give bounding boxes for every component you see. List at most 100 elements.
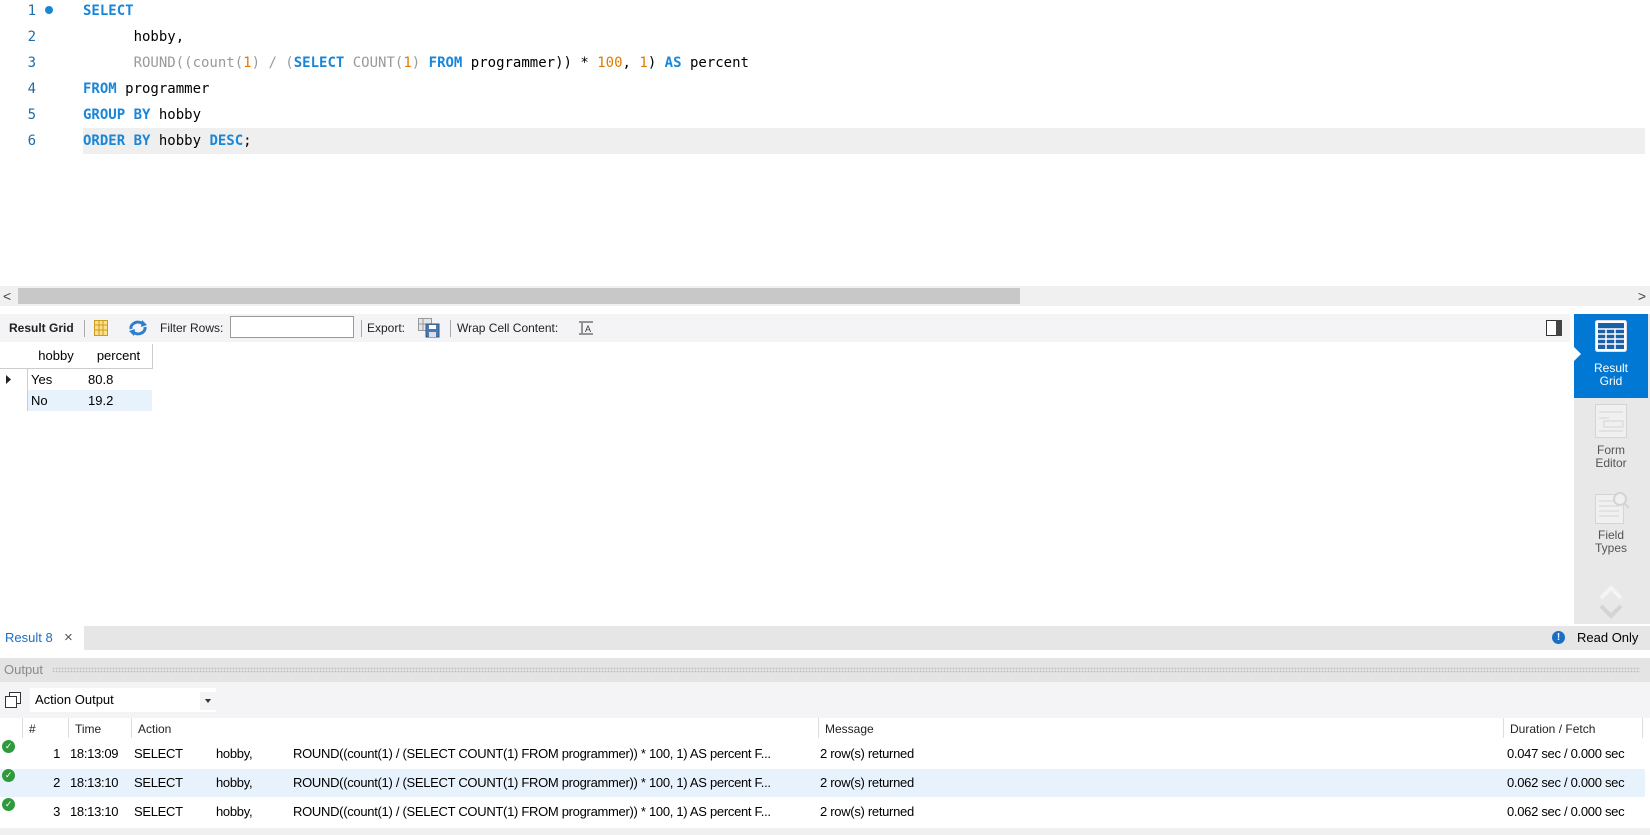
- code-token: ): [647, 55, 665, 71]
- row-time: 18:13:09: [70, 746, 119, 761]
- code-token: COUNT(: [344, 55, 404, 71]
- output-panel-header: Output: [0, 658, 1650, 682]
- code-token: ;: [243, 133, 252, 149]
- success-check-icon: ✓: [2, 798, 15, 811]
- svg-text:A: A: [585, 324, 591, 334]
- row-action: SELECT: [134, 804, 183, 819]
- column-header-action[interactable]: Action: [131, 718, 818, 738]
- line-number: 3: [27, 55, 36, 71]
- row-number: 2: [53, 775, 60, 790]
- tab-label: Result 8: [5, 630, 53, 645]
- code-text[interactable]: GROUP BY hobby: [83, 102, 1645, 128]
- editor-line[interactable]: 3 ROUND((count(1) / (SELECT COUNT(1) FRO…: [0, 50, 1645, 76]
- result-grid-label: Result Grid: [9, 321, 74, 335]
- filter-rows-input[interactable]: [230, 316, 354, 338]
- editor-line[interactable]: 1 SELECT: [0, 0, 1645, 24]
- grid-cell[interactable]: 80.8: [85, 369, 152, 390]
- line-number: 2: [27, 29, 36, 45]
- side-scroll-arrows-icon[interactable]: [1599, 584, 1623, 623]
- editor-line[interactable]: 4 FROM programmer: [0, 76, 1645, 102]
- side-form-editor-button[interactable]: Form Editor: [1574, 404, 1648, 484]
- sql-editor[interactable]: 1 SELECT 2 hobby, 3 ROUND((count(1) / (SELE…: [0, 0, 1650, 286]
- current-row-indicator: [0, 369, 27, 390]
- refresh-icon[interactable]: [128, 320, 148, 336]
- code-text[interactable]: ROUND((count(1) / (SELECT COUNT(1) FROM …: [83, 50, 1645, 76]
- code-token: ROUND((count(: [83, 55, 244, 71]
- column-header-hobby[interactable]: hobby: [27, 344, 86, 369]
- scroll-right-arrow[interactable]: >: [1638, 286, 1646, 306]
- code-token: GROUP BY: [83, 107, 151, 123]
- row-action-detail: hobby,: [216, 746, 253, 761]
- code-token: 1: [243, 55, 252, 71]
- active-pointer: [1573, 346, 1581, 362]
- field-types-icon: [1595, 490, 1631, 527]
- action-output-select[interactable]: Action Output: [30, 688, 216, 712]
- output-row[interactable]: ✓ 3 18:13:10 SELECT hobby, ROUND((count(1) / …: [0, 798, 1645, 826]
- editor-horizontal-scrollbar[interactable]: < >: [0, 286, 1650, 306]
- close-tab-icon[interactable]: ×: [64, 629, 73, 646]
- output-row[interactable]: ✓ 1 18:13:09 SELECT hobby, ROUND((count(1) / …: [0, 740, 1645, 768]
- editor-line[interactable]: 5 GROUP BY hobby: [0, 102, 1645, 128]
- code-token: hobby,: [83, 29, 185, 45]
- row-action: SELECT: [134, 775, 183, 790]
- line-number: 4: [27, 81, 36, 97]
- column-header-duration[interactable]: Duration / Fetch: [1503, 718, 1643, 738]
- code-token: programmer: [116, 81, 210, 97]
- success-check-icon: ✓: [2, 740, 15, 753]
- row-action: SELECT: [134, 746, 183, 761]
- divider: [84, 320, 85, 337]
- editor-line[interactable]: 6 ORDER BY hobby DESC;: [0, 128, 1645, 154]
- scroll-left-arrow[interactable]: <: [3, 286, 11, 306]
- side-label: Grid: [1599, 374, 1623, 388]
- export-label: Export:: [367, 321, 406, 335]
- row-action-query: ROUND((count(1) / (SELECT COUNT(1) FROM …: [293, 775, 771, 790]
- side-field-types-button[interactable]: Field Types: [1574, 490, 1648, 570]
- column-header-percent[interactable]: percent: [85, 344, 153, 369]
- editor-line[interactable]: 2 hobby,: [0, 24, 1645, 50]
- tab-result-8[interactable]: Result 8 ×: [0, 626, 84, 650]
- output-title: Output: [4, 662, 44, 677]
- side-label: Types: [1594, 541, 1627, 555]
- chevron-down-icon[interactable]: [200, 692, 216, 710]
- wrap-cell-icon[interactable]: A: [578, 321, 594, 335]
- row-duration: 0.047 sec / 0.000 sec: [1507, 746, 1625, 761]
- side-result-grid-button[interactable]: Result Grid: [1573, 314, 1648, 398]
- copy-icon[interactable]: [5, 692, 21, 711]
- toggle-side-panel-icon[interactable]: [1546, 320, 1562, 336]
- column-header-time[interactable]: Time: [68, 718, 131, 738]
- action-output-grid[interactable]: # Time Action Message Duration / Fetch ✓…: [0, 718, 1650, 828]
- column-header-message[interactable]: Message: [818, 718, 1503, 738]
- code-token: SELECT: [83, 3, 134, 19]
- select-value: Action Output: [35, 692, 114, 707]
- code-token: programmer)) *: [462, 55, 598, 71]
- result-grid-icon: [1595, 320, 1627, 355]
- column-header-number[interactable]: #: [22, 718, 68, 738]
- row-time: 18:13:10: [70, 775, 119, 790]
- code-token: ORDER BY: [83, 133, 151, 149]
- side-label: Editor: [1595, 456, 1627, 470]
- code-token: ) / (: [251, 55, 294, 71]
- output-row[interactable]: ✓ 2 18:13:10 SELECT hobby, ROUND((count(1) / …: [0, 769, 1645, 797]
- grid-cell[interactable]: Yes: [27, 369, 85, 390]
- export-icon[interactable]: [418, 318, 440, 338]
- scrollbar-thumb[interactable]: [18, 288, 1020, 304]
- result-side-panel: Result Grid Form Editor Field Types: [1573, 314, 1650, 624]
- drag-grip[interactable]: [52, 667, 1640, 673]
- form-editor-icon: [1595, 404, 1627, 441]
- code-text[interactable]: SELECT: [83, 0, 1645, 24]
- code-text[interactable]: FROM programmer: [83, 76, 1645, 102]
- grid-cell[interactable]: 19.2: [85, 390, 152, 411]
- column-toggle-icon[interactable]: [94, 320, 108, 336]
- code-text[interactable]: hobby,: [83, 24, 1645, 50]
- grid-cell[interactable]: No: [27, 390, 85, 411]
- filter-rows-label: Filter Rows:: [160, 321, 224, 335]
- code-token: FROM: [428, 55, 463, 71]
- code-token: hobby: [150, 107, 202, 123]
- row-duration: 0.062 sec / 0.000 sec: [1507, 804, 1625, 819]
- row-duration: 0.062 sec / 0.000 sec: [1507, 775, 1625, 790]
- code-text[interactable]: ORDER BY hobby DESC;: [83, 128, 1645, 154]
- info-icon: !: [1552, 631, 1565, 644]
- code-token: DESC: [209, 133, 244, 149]
- statement-marker-icon: [45, 6, 53, 14]
- row-action-query: ROUND((count(1) / (SELECT COUNT(1) FROM …: [293, 804, 771, 819]
